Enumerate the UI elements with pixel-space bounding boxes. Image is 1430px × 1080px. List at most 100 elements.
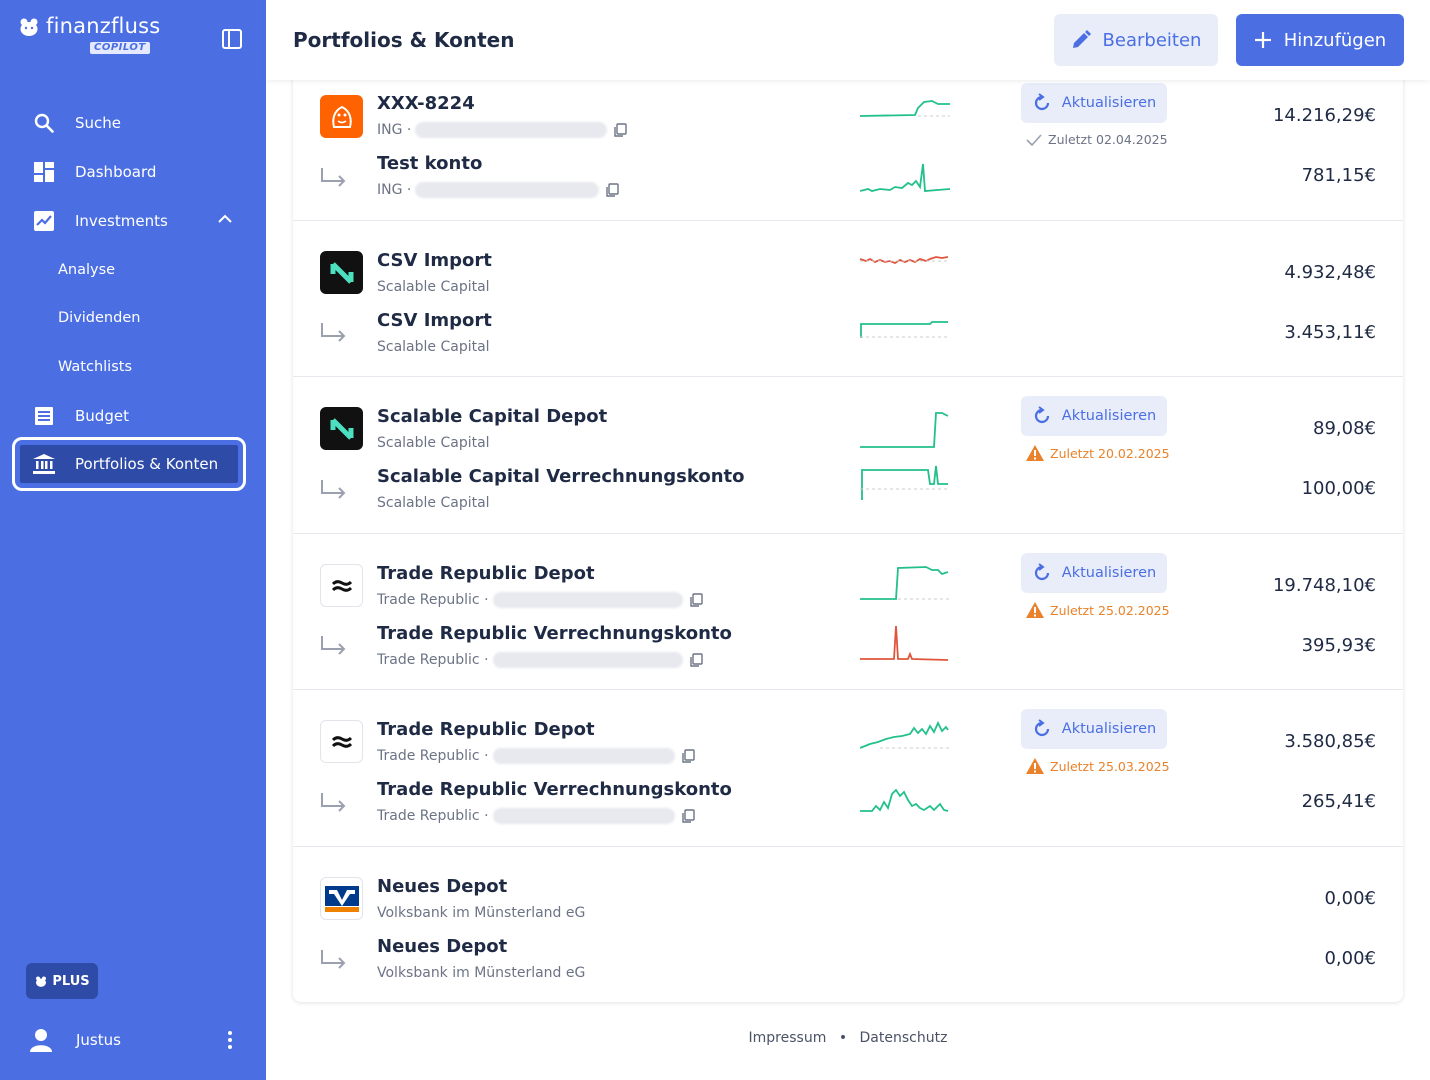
account-name[interactable]: CSV Import [377, 250, 492, 271]
refresh-button[interactable]: Aktualisieren [1021, 709, 1167, 749]
refresh-button[interactable]: Aktualisieren [1021, 396, 1167, 436]
sidebar-item-dashboard[interactable]: Dashboard [20, 153, 238, 191]
page-title: Portfolios & Konten [293, 28, 515, 52]
account-name[interactable]: Trade Republic Depot [377, 719, 595, 740]
account-group: CSV Import Scalable Capital 4.932,48€ CS… [293, 221, 1403, 377]
sidebar-item-budget[interactable]: Budget [20, 397, 238, 435]
account-name[interactable]: Neues Depot [377, 876, 507, 897]
scalable-logo-icon [320, 407, 363, 450]
account-group: Trade Republic Depot Trade Republic · Ak… [293, 690, 1403, 847]
sync-status: Zuletzt 02.04.2025 [1026, 132, 1168, 147]
account-name[interactable]: Trade Republic Verrechnungskonto [377, 623, 732, 644]
sub-account-arrow-icon [321, 323, 346, 342]
impressum-link[interactable]: Impressum [749, 1030, 827, 1046]
add-label: Hinzufügen [1283, 29, 1387, 51]
list-icon [33, 405, 55, 427]
edit-button[interactable]: Bearbeiten [1054, 14, 1218, 66]
account-amount: 0,00€ [1324, 948, 1376, 969]
top-header: Portfolios & Konten Bearbeiten Hinzufüge… [266, 0, 1430, 80]
account-name[interactable]: Test konto [377, 153, 482, 174]
copy-icon[interactable] [681, 809, 695, 823]
institution-label: Trade Republic · [377, 652, 489, 668]
chevron-up-icon[interactable] [218, 214, 232, 224]
refresh-label: Aktualisieren [1061, 721, 1157, 737]
more-vertical-icon[interactable] [226, 1030, 234, 1050]
user-avatar-icon [30, 1029, 52, 1052]
dashboard-icon [33, 161, 55, 183]
refresh-button[interactable]: Aktualisieren [1021, 553, 1167, 593]
sidebar-item-suche[interactable]: Suche [20, 104, 238, 142]
sub-account-arrow-icon [321, 480, 346, 499]
warning-icon [1026, 602, 1044, 618]
sidebar-item-label: Budget [75, 407, 129, 425]
sidebar-item-label: Dashboard [75, 163, 157, 181]
refresh-label: Aktualisieren [1061, 95, 1157, 111]
account-group: Neues Depot Volksbank im Münsterland eG … [293, 847, 1403, 1002]
account-sub: ING · [377, 122, 628, 138]
sidebar-subitem-watchlists[interactable]: Watchlists [58, 359, 132, 375]
account-sub: Scalable Capital [377, 339, 490, 355]
masked-iban [492, 748, 675, 764]
sync-status: Zuletzt 25.02.2025 [1026, 602, 1170, 618]
plus-icon [1254, 32, 1271, 48]
institution-label: Volksbank im Münsterland eG [377, 905, 586, 921]
warning-icon [1026, 758, 1044, 774]
sidebar-subitem-analyse[interactable]: Analyse [58, 262, 115, 278]
ing-logo-icon [320, 95, 363, 138]
check-icon [1026, 133, 1042, 146]
copy-icon[interactable] [613, 123, 628, 137]
pencil-icon [1072, 30, 1091, 48]
sidebar-item-investments[interactable]: Investments [20, 202, 238, 240]
sparkline [860, 412, 949, 448]
bank-icon [33, 453, 55, 475]
datenschutz-link[interactable]: Datenschutz [860, 1030, 948, 1046]
account-group: Scalable Capital Depot Scalable Capital … [293, 377, 1403, 534]
refresh-icon [1034, 563, 1049, 581]
add-button[interactable]: Hinzufügen [1236, 14, 1404, 66]
sidebar-item-label: Suche [75, 114, 122, 132]
account-name[interactable]: CSV Import [377, 310, 492, 331]
account-sub: Scalable Capital [377, 435, 490, 451]
masked-iban [492, 592, 683, 608]
refresh-icon [1034, 93, 1049, 111]
sparkline [860, 625, 949, 661]
search-icon [33, 112, 55, 134]
footer-separator: • [838, 1030, 848, 1046]
sync-status-label: Zuletzt 20.02.2025 [1050, 445, 1170, 461]
refresh-icon [1034, 719, 1049, 737]
account-sub: Trade Republic · [377, 808, 695, 824]
institution-label: Volksbank im Münsterland eG [377, 965, 586, 981]
copy-icon[interactable] [689, 653, 703, 667]
sub-account-arrow-icon [321, 636, 346, 655]
user-profile[interactable]: Justus [30, 1024, 240, 1056]
sidebar-toggle-icon[interactable] [221, 28, 243, 50]
account-amount: 395,93€ [1301, 635, 1376, 656]
plus-badge[interactable]: PLUS [26, 963, 98, 999]
account-amount: 14.216,29€ [1272, 105, 1376, 126]
copy-icon[interactable] [689, 593, 703, 607]
institution-label: Trade Republic · [377, 748, 489, 764]
account-name[interactable]: Scalable Capital Depot [377, 406, 607, 427]
account-sub: ING · [377, 182, 620, 198]
sparkline [860, 256, 950, 265]
refresh-button[interactable]: Aktualisieren [1021, 83, 1167, 123]
sidebar-item-portfolios[interactable]: Portfolios & Konten [12, 437, 246, 491]
account-amount: 4.932,48€ [1284, 262, 1376, 283]
account-name[interactable]: Scalable Capital Verrechnungskonto [377, 466, 745, 487]
institution-label: Scalable Capital [377, 279, 490, 295]
account-amount: 100,00€ [1301, 478, 1376, 499]
account-name[interactable]: Trade Republic Depot [377, 563, 595, 584]
user-name: Justus [76, 1031, 121, 1049]
account-name[interactable]: XXX-8224 [377, 93, 475, 114]
account-sub: Trade Republic · [377, 748, 695, 764]
copy-icon[interactable] [605, 183, 620, 197]
copy-icon[interactable] [681, 749, 695, 763]
sidebar-subitem-dividenden[interactable]: Dividenden [58, 310, 140, 326]
brand-logo[interactable]: finanzfluss COPILOT [18, 16, 160, 54]
sub-account-arrow-icon [321, 168, 346, 187]
account-name[interactable]: Neues Depot [377, 936, 507, 957]
brand-name: finanzfluss [46, 14, 161, 38]
institution-label: Trade Republic · [377, 592, 489, 608]
account-name[interactable]: Trade Republic Verrechnungskonto [377, 779, 732, 800]
accounts-card: XXX-8224 ING · Aktualisieren Zuletzt 02.… [293, 64, 1403, 1002]
